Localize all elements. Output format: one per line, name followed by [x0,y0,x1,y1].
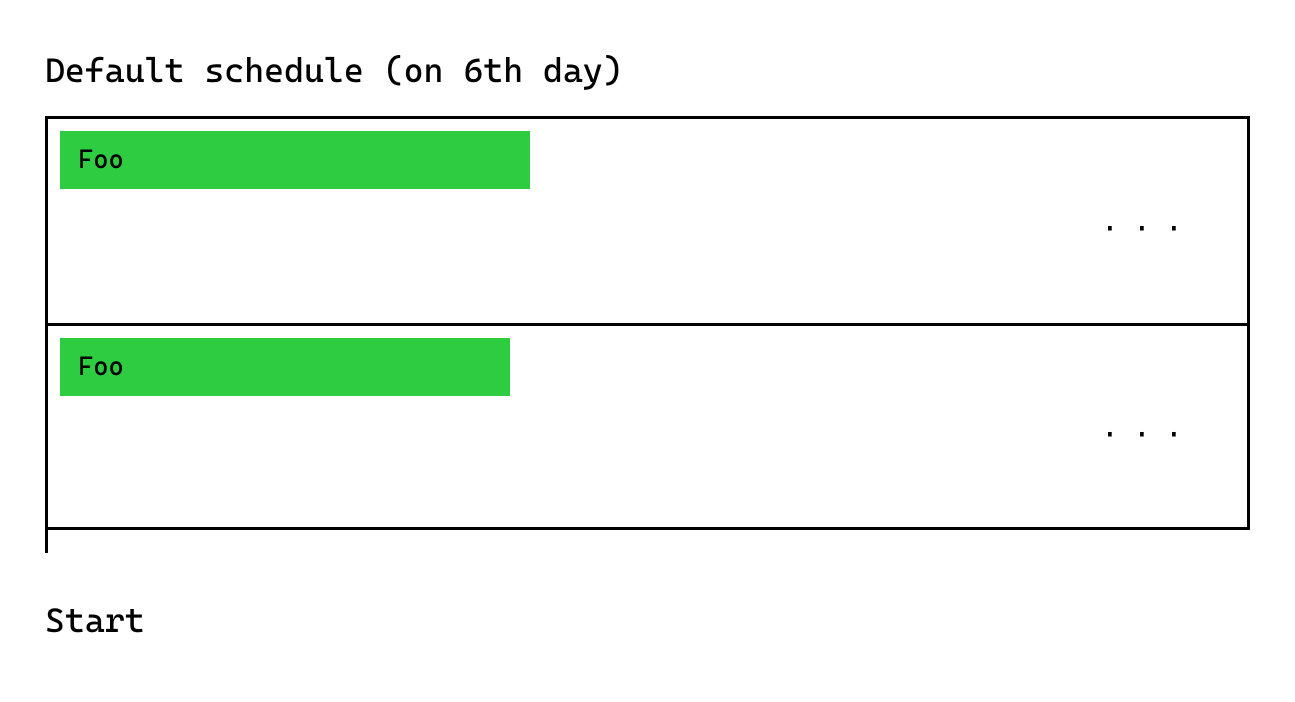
schedule-box: Foo ... Foo ... [45,116,1250,530]
start-label: Start [45,600,1250,640]
schedule-title: Default schedule (on 6th day) [45,50,1250,90]
task-bar-foo: Foo [60,131,530,189]
ellipsis-icon: ... [1101,204,1197,239]
schedule-row: Foo ... [48,119,1247,323]
task-bar-label: Foo [78,352,124,382]
ellipsis-icon: ... [1101,409,1197,444]
schedule-row: Foo ... [48,323,1247,527]
task-bar-label: Foo [78,145,124,175]
task-bar-foo: Foo [60,338,510,396]
start-tick [45,527,48,553]
